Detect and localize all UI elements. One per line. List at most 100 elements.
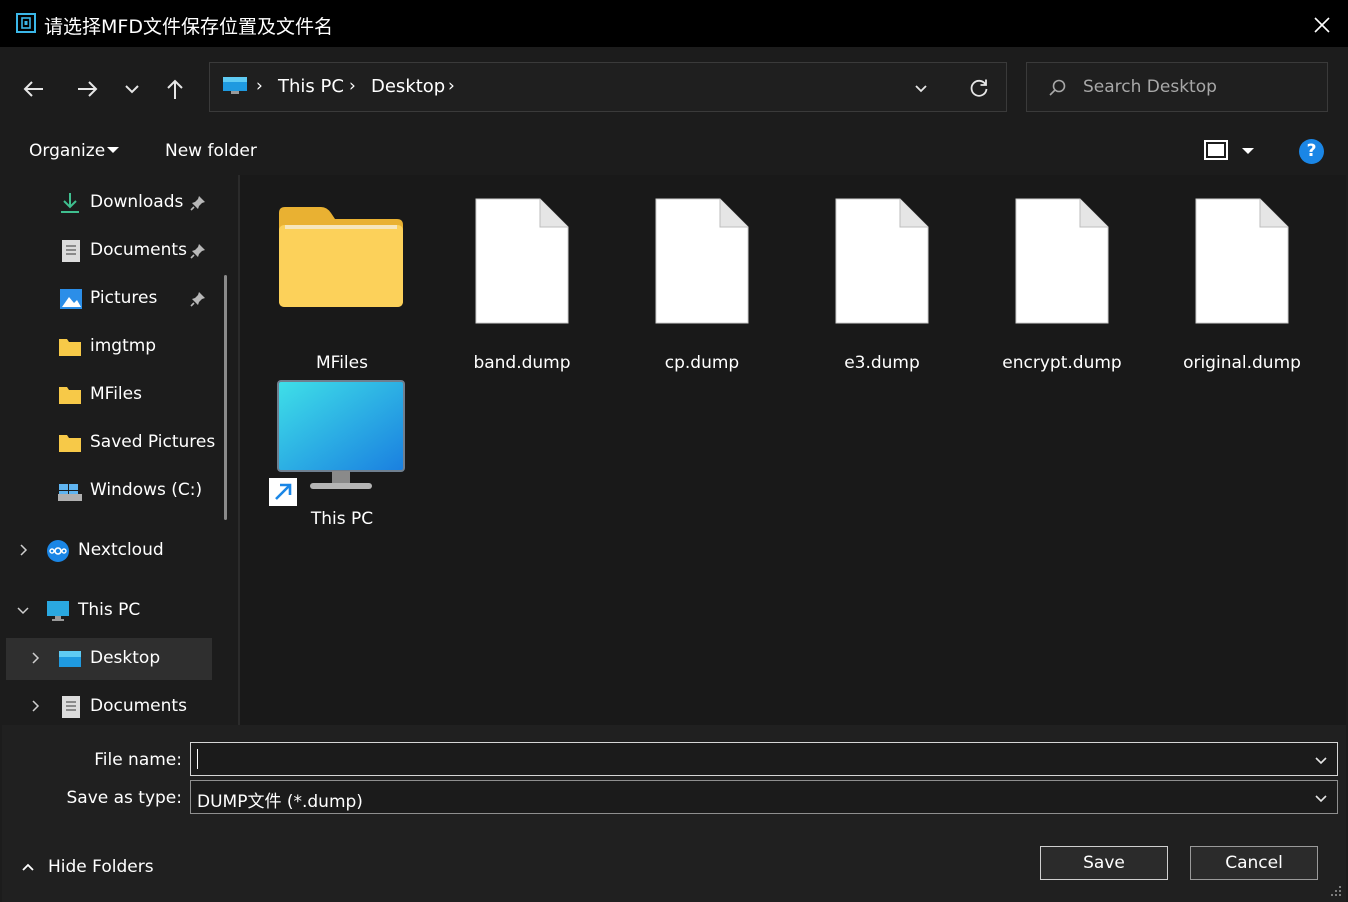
sidebar-item-label: This PC	[78, 600, 141, 620]
refresh-icon[interactable]	[967, 76, 991, 100]
file-name-label: cp.dump	[664, 353, 740, 373]
cancel-button[interactable]: Cancel	[1190, 846, 1318, 880]
file-item-dump[interactable]: cp.dump	[622, 195, 782, 373]
file-icon	[835, 198, 929, 324]
sidebar-item-label: Documents	[90, 696, 187, 716]
folder-icon	[279, 207, 403, 307]
breadcrumb-separator: ›	[349, 76, 356, 96]
file-name-label: This PC	[310, 509, 374, 529]
sidebar-item-saved-pictures[interactable]: Saved Pictures	[2, 422, 216, 464]
sidebar-item-this-pc-documents[interactable]: Documents	[2, 686, 212, 725]
pin-icon[interactable]	[190, 195, 206, 211]
save-button[interactable]: Save	[1040, 846, 1168, 880]
address-bar[interactable]: › This PC › Desktop ›	[209, 62, 1007, 112]
file-name-input[interactable]	[196, 747, 1296, 771]
sidebar-item-mfiles[interactable]: MFiles	[2, 374, 212, 416]
monitor-icon	[47, 601, 69, 621]
title-bar: 请选择MFD文件保存位置及文件名	[0, 0, 1348, 47]
pin-icon[interactable]	[190, 291, 206, 307]
sidebar-item-downloads[interactable]: Downloads	[2, 182, 212, 224]
folder-icon	[59, 387, 81, 404]
shortcut-arrow-icon	[269, 478, 297, 506]
file-name-label: e3.dump	[844, 353, 920, 373]
file-name-label: File name:	[94, 750, 182, 770]
file-name-label: encrypt.dump	[1002, 353, 1122, 373]
chevron-down-icon[interactable]	[117, 74, 147, 104]
file-item-dump[interactable]: encrypt.dump	[982, 195, 1142, 373]
window-title: 请选择MFD文件保存位置及文件名	[44, 16, 333, 38]
document-icon	[62, 696, 80, 718]
app-icon	[16, 13, 36, 33]
arrow-left-icon[interactable]	[19, 74, 49, 104]
search-input[interactable]	[1083, 75, 1313, 99]
organize-caret-icon[interactable]	[107, 147, 119, 153]
resize-grip-icon[interactable]	[1328, 883, 1342, 897]
sidebar-item-this-pc[interactable]: This PC	[2, 590, 212, 632]
file-name-combobox[interactable]	[190, 742, 1338, 776]
organize-button[interactable]: Organize	[29, 141, 105, 161]
sidebar-item-label: Pictures	[90, 288, 158, 308]
sidebar-item-windows-c[interactable]: Windows (C:)	[2, 470, 212, 512]
navigation-pane: Downloads Documents Pictures imgtmp MFil…	[2, 175, 238, 725]
new-folder-button[interactable]: New folder	[165, 141, 257, 161]
file-icon	[655, 198, 749, 324]
file-item-dump[interactable]: band.dump	[442, 195, 602, 373]
sidebar-item-label: Documents	[90, 240, 187, 260]
chevron-down-icon[interactable]	[1313, 790, 1329, 806]
sidebar-item-label: Downloads	[90, 192, 184, 212]
address-history-chevron-icon[interactable]	[910, 77, 932, 99]
breadcrumb-desktop[interactable]: Desktop	[371, 76, 445, 97]
desktop-icon	[59, 651, 81, 667]
navigation-bar: › This PC › Desktop ›	[2, 47, 1346, 129]
file-name-label: band.dump	[473, 353, 571, 373]
save-type-label: Save as type:	[66, 788, 182, 808]
this-pc-icon	[223, 77, 247, 94]
sidebar-item-label: MFiles	[90, 384, 142, 404]
arrow-up-icon[interactable]	[160, 74, 190, 104]
file-item-folder[interactable]: MFiles	[262, 195, 422, 373]
search-box[interactable]	[1026, 62, 1328, 112]
search-icon	[1049, 79, 1066, 96]
text-cursor	[197, 749, 198, 769]
save-type-select[interactable]: DUMP文件 (*.dump)	[190, 780, 1338, 814]
help-icon[interactable]: ?	[1299, 139, 1324, 164]
chevron-down-icon[interactable]	[16, 603, 30, 617]
close-icon[interactable]	[1302, 6, 1340, 42]
pictures-icon	[60, 289, 82, 309]
file-item-shortcut[interactable]: This PC	[262, 375, 422, 535]
chevron-right-icon[interactable]	[28, 651, 42, 665]
folder-icon	[59, 435, 81, 452]
file-icon	[1195, 198, 1289, 324]
folder-icon	[59, 339, 81, 356]
sidebar-item-imgtmp[interactable]: imgtmp	[2, 326, 212, 368]
command-toolbar: Organize New folder ?	[2, 129, 1346, 174]
chevron-down-icon[interactable]	[1313, 752, 1329, 768]
view-mode-icon[interactable]	[1204, 139, 1228, 161]
file-list: MFiles band.dump cp.dump e3.dump encrypt…	[240, 175, 1346, 725]
file-item-dump[interactable]: original.dump	[1162, 195, 1322, 373]
chevron-right-icon[interactable]	[16, 543, 30, 557]
file-icon	[475, 198, 569, 324]
sidebar-item-nextcloud[interactable]: Nextcloud	[2, 530, 212, 572]
breadcrumb-separator: ›	[256, 76, 263, 96]
view-options-caret-icon[interactable]	[1242, 148, 1254, 154]
save-type-value: DUMP文件 (*.dump)	[197, 792, 363, 812]
file-item-dump[interactable]: e3.dump	[802, 195, 962, 373]
chevron-right-icon[interactable]	[28, 699, 42, 713]
sidebar-item-label: Nextcloud	[78, 540, 164, 560]
sidebar-scrollbar[interactable]	[224, 275, 227, 520]
file-name-label: original.dump	[1183, 353, 1301, 373]
download-icon	[61, 193, 79, 213]
nextcloud-icon	[47, 540, 69, 562]
breadcrumb-this-pc[interactable]: This PC	[278, 76, 344, 97]
pin-icon[interactable]	[190, 243, 206, 259]
sidebar-item-pictures[interactable]: Pictures	[2, 278, 212, 320]
sidebar-item-desktop[interactable]: Desktop	[6, 638, 212, 680]
sidebar-item-documents[interactable]: Documents	[2, 230, 212, 272]
sidebar-item-label: imgtmp	[90, 336, 157, 356]
drive-icon	[58, 484, 82, 501]
sidebar-item-label: Desktop	[90, 648, 161, 668]
sidebar-item-label: Saved Pictures	[90, 432, 216, 452]
arrow-right-icon[interactable]	[72, 74, 102, 104]
file-name-label: MFiles	[316, 353, 368, 373]
